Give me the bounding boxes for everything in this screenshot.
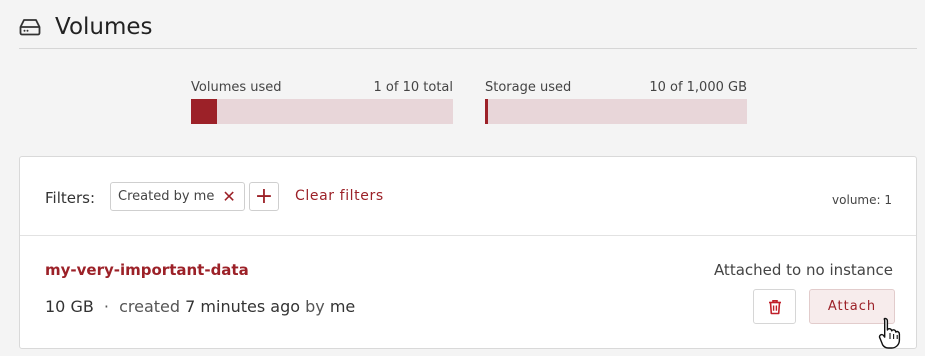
hand-cursor-icon xyxy=(878,317,901,349)
storage-used-bar xyxy=(485,99,747,124)
volume-size: 10 GB xyxy=(45,297,94,316)
result-count: volume: 1 xyxy=(832,193,892,207)
volume-meta: 10 GB · created 7 minutes ago by me xyxy=(45,297,355,316)
attach-status: Attached to no instance xyxy=(713,261,893,279)
volumes-used-label: Volumes used xyxy=(191,80,282,95)
delete-volume-button[interactable] xyxy=(753,289,796,324)
volume-name-link[interactable]: my-very-important-data xyxy=(45,261,249,279)
clear-filters-link[interactable]: Clear filters xyxy=(295,188,384,204)
remove-filter-icon[interactable]: ✕ xyxy=(222,188,235,205)
volumes-used-fill xyxy=(191,99,218,124)
filters-bar: Filters: Created by me ✕ + Clear filters… xyxy=(20,157,916,236)
created-when: 7 minutes ago xyxy=(185,297,301,316)
storage-used-fill xyxy=(485,99,489,124)
filters-label: Filters: xyxy=(45,189,96,207)
filter-chip-created-by-me[interactable]: Created by me ✕ xyxy=(110,182,245,211)
meta-separator: · xyxy=(103,297,110,316)
volumes-used-value: 1 of 10 total xyxy=(373,80,453,95)
add-filter-button[interactable]: + xyxy=(249,182,279,211)
created-by-prefix: by xyxy=(305,297,325,316)
drive-icon xyxy=(19,19,41,36)
created-prefix: created xyxy=(119,297,181,316)
filter-chip-label: Created by me xyxy=(118,189,215,204)
trash-icon xyxy=(768,299,781,314)
storage-used-value: 10 of 1,000 GB xyxy=(649,80,747,95)
volumes-list-card: Filters: Created by me ✕ + Clear filters… xyxy=(19,156,917,349)
created-by: me xyxy=(329,297,356,316)
page-header: Volumes xyxy=(19,12,917,49)
plus-icon: + xyxy=(254,183,274,209)
volumes-used-bar xyxy=(191,99,453,124)
storage-used-label: Storage used xyxy=(485,80,572,95)
page-title: Volumes xyxy=(55,14,153,40)
